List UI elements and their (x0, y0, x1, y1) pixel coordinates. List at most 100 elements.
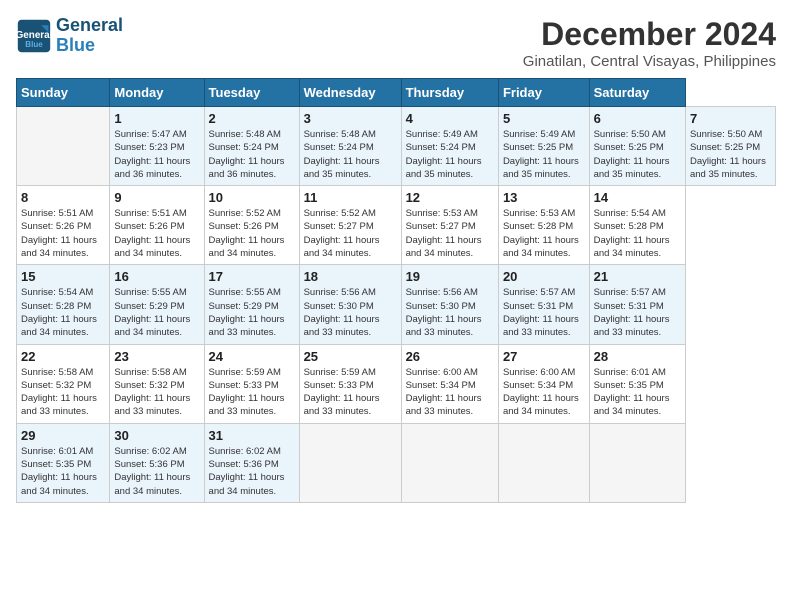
day-number: 15 (21, 269, 105, 284)
day-number: 30 (114, 428, 199, 443)
day-info: Sunrise: 5:59 AM Sunset: 5:33 PM Dayligh… (209, 366, 295, 419)
day-number: 21 (594, 269, 681, 284)
day-number: 26 (406, 349, 494, 364)
day-info: Sunrise: 6:02 AM Sunset: 5:36 PM Dayligh… (114, 445, 199, 498)
day-info: Sunrise: 5:50 AM Sunset: 5:25 PM Dayligh… (594, 128, 681, 181)
day-number: 1 (114, 111, 199, 126)
day-number: 10 (209, 190, 295, 205)
calendar-cell: 14 Sunrise: 5:54 AM Sunset: 5:28 PM Dayli… (589, 186, 685, 265)
day-info: Sunrise: 5:54 AM Sunset: 5:28 PM Dayligh… (594, 207, 681, 260)
calendar-cell (589, 423, 685, 502)
day-info: Sunrise: 5:57 AM Sunset: 5:31 PM Dayligh… (594, 286, 681, 339)
day-number: 2 (209, 111, 295, 126)
day-number: 22 (21, 349, 105, 364)
day-info: Sunrise: 5:51 AM Sunset: 5:26 PM Dayligh… (21, 207, 105, 260)
calendar-cell: 22 Sunrise: 5:58 AM Sunset: 5:32 PM Dayli… (17, 344, 110, 423)
calendar-cell (498, 423, 589, 502)
week-row-3: 22 Sunrise: 5:58 AM Sunset: 5:32 PM Dayli… (17, 344, 776, 423)
header-cell-tuesday: Tuesday (204, 79, 299, 107)
location-title: Ginatilan, Central Visayas, Philippines (523, 53, 776, 70)
calendar-cell: 11Sunrise: 5:52 AM Sunset: 5:27 PM Dayli… (299, 186, 401, 265)
calendar-cell: 12Sunrise: 5:53 AM Sunset: 5:27 PM Dayli… (401, 186, 498, 265)
day-number: 11 (304, 190, 397, 205)
header-cell-wednesday: Wednesday (299, 79, 401, 107)
day-number: 28 (594, 349, 681, 364)
header-cell-saturday: Saturday (589, 79, 685, 107)
day-number: 6 (594, 111, 681, 126)
calendar-cell: 9 Sunrise: 5:51 AM Sunset: 5:26 PM Daylig… (110, 186, 204, 265)
day-info: Sunrise: 5:51 AM Sunset: 5:26 PM Dayligh… (114, 207, 199, 260)
header-cell-sunday: Sunday (17, 79, 110, 107)
day-info: Sunrise: 5:58 AM Sunset: 5:32 PM Dayligh… (21, 366, 105, 419)
day-number: 5 (503, 111, 585, 126)
calendar-body: 1 Sunrise: 5:47 AM Sunset: 5:23 PM Daylig… (17, 107, 776, 503)
header-cell-friday: Friday (498, 79, 589, 107)
calendar-cell: 8 Sunrise: 5:51 AM Sunset: 5:26 PM Daylig… (17, 186, 110, 265)
day-info: Sunrise: 6:01 AM Sunset: 5:35 PM Dayligh… (594, 366, 681, 419)
calendar-cell: 20 Sunrise: 5:57 AM Sunset: 5:31 PM Dayli… (498, 265, 589, 344)
calendar-cell: 21 Sunrise: 5:57 AM Sunset: 5:31 PM Dayli… (589, 265, 685, 344)
calendar-cell: 15Sunrise: 5:54 AM Sunset: 5:28 PM Dayli… (17, 265, 110, 344)
week-row-1: 8 Sunrise: 5:51 AM Sunset: 5:26 PM Daylig… (17, 186, 776, 265)
week-row-4: 29 Sunrise: 6:01 AM Sunset: 5:35 PM Dayli… (17, 423, 776, 502)
day-info: Sunrise: 6:01 AM Sunset: 5:35 PM Dayligh… (21, 445, 105, 498)
day-number: 9 (114, 190, 199, 205)
day-info: Sunrise: 5:53 AM Sunset: 5:28 PM Dayligh… (503, 207, 585, 260)
day-number: 3 (304, 111, 397, 126)
day-number: 4 (406, 111, 494, 126)
day-number: 23 (114, 349, 199, 364)
header-cell-monday: Monday (110, 79, 204, 107)
header-row: SundayMondayTuesdayWednesdayThursdayFrid… (17, 79, 776, 107)
svg-text:Blue: Blue (25, 40, 43, 49)
calendar-cell: 30 Sunrise: 6:02 AM Sunset: 5:36 PM Dayli… (110, 423, 204, 502)
day-number: 29 (21, 428, 105, 443)
day-info: Sunrise: 6:00 AM Sunset: 5:34 PM Dayligh… (503, 366, 585, 419)
calendar-cell: 6 Sunrise: 5:50 AM Sunset: 5:25 PM Daylig… (589, 107, 685, 186)
calendar-cell: 28 Sunrise: 6:01 AM Sunset: 5:35 PM Dayli… (589, 344, 685, 423)
day-number: 16 (114, 269, 199, 284)
calendar-cell: 10 Sunrise: 5:52 AM Sunset: 5:26 PM Dayli… (204, 186, 299, 265)
calendar-cell (299, 423, 401, 502)
calendar-cell: 2 Sunrise: 5:48 AM Sunset: 5:24 PM Daylig… (204, 107, 299, 186)
day-info: Sunrise: 5:49 AM Sunset: 5:25 PM Dayligh… (503, 128, 585, 181)
title-area: December 2024 Ginatilan, Central Visayas… (523, 16, 776, 70)
day-number: 17 (209, 269, 295, 284)
week-row-0: 1 Sunrise: 5:47 AM Sunset: 5:23 PM Daylig… (17, 107, 776, 186)
day-info: Sunrise: 6:00 AM Sunset: 5:34 PM Dayligh… (406, 366, 494, 419)
day-number: 13 (503, 190, 585, 205)
day-info: Sunrise: 5:52 AM Sunset: 5:26 PM Dayligh… (209, 207, 295, 260)
calendar-cell: 18Sunrise: 5:56 AM Sunset: 5:30 PM Dayli… (299, 265, 401, 344)
logo: General Blue GeneralBlue (16, 16, 123, 56)
day-number: 8 (21, 190, 105, 205)
calendar-cell: 25Sunrise: 5:59 AM Sunset: 5:33 PM Dayli… (299, 344, 401, 423)
calendar-cell: 16 Sunrise: 5:55 AM Sunset: 5:29 PM Dayli… (110, 265, 204, 344)
calendar-cell: 5 Sunrise: 5:49 AM Sunset: 5:25 PM Daylig… (498, 107, 589, 186)
day-info: Sunrise: 5:58 AM Sunset: 5:32 PM Dayligh… (114, 366, 199, 419)
day-info: Sunrise: 5:48 AM Sunset: 5:24 PM Dayligh… (209, 128, 295, 181)
calendar-cell (401, 423, 498, 502)
day-info: Sunrise: 5:57 AM Sunset: 5:31 PM Dayligh… (503, 286, 585, 339)
logo-text: GeneralBlue (56, 16, 123, 56)
calendar-cell: 17Sunrise: 5:55 AM Sunset: 5:29 PM Dayli… (204, 265, 299, 344)
day-info: Sunrise: 5:47 AM Sunset: 5:23 PM Dayligh… (114, 128, 199, 181)
calendar-cell: 3Sunrise: 5:48 AM Sunset: 5:24 PM Daylig… (299, 107, 401, 186)
header: General Blue GeneralBlue December 2024 G… (16, 16, 776, 70)
calendar-cell: 26 Sunrise: 6:00 AM Sunset: 5:34 PM Dayli… (401, 344, 498, 423)
header-cell-thursday: Thursday (401, 79, 498, 107)
calendar-cell: 13 Sunrise: 5:53 AM Sunset: 5:28 PM Dayli… (498, 186, 589, 265)
day-number: 12 (406, 190, 494, 205)
day-number: 20 (503, 269, 585, 284)
day-info: Sunrise: 5:50 AM Sunset: 5:25 PM Dayligh… (690, 128, 771, 181)
day-number: 31 (209, 428, 295, 443)
calendar-cell: 27 Sunrise: 6:00 AM Sunset: 5:34 PM Dayli… (498, 344, 589, 423)
day-info: Sunrise: 5:55 AM Sunset: 5:29 PM Dayligh… (114, 286, 199, 339)
calendar-table: SundayMondayTuesdayWednesdayThursdayFrid… (16, 78, 776, 503)
day-info: Sunrise: 6:02 AM Sunset: 5:36 PM Dayligh… (209, 445, 295, 498)
calendar-cell: 23 Sunrise: 5:58 AM Sunset: 5:32 PM Dayli… (110, 344, 204, 423)
day-number: 25 (304, 349, 397, 364)
day-number: 24 (209, 349, 295, 364)
day-number: 19 (406, 269, 494, 284)
calendar-cell: 31 Sunrise: 6:02 AM Sunset: 5:36 PM Dayli… (204, 423, 299, 502)
day-number: 14 (594, 190, 681, 205)
day-number: 27 (503, 349, 585, 364)
